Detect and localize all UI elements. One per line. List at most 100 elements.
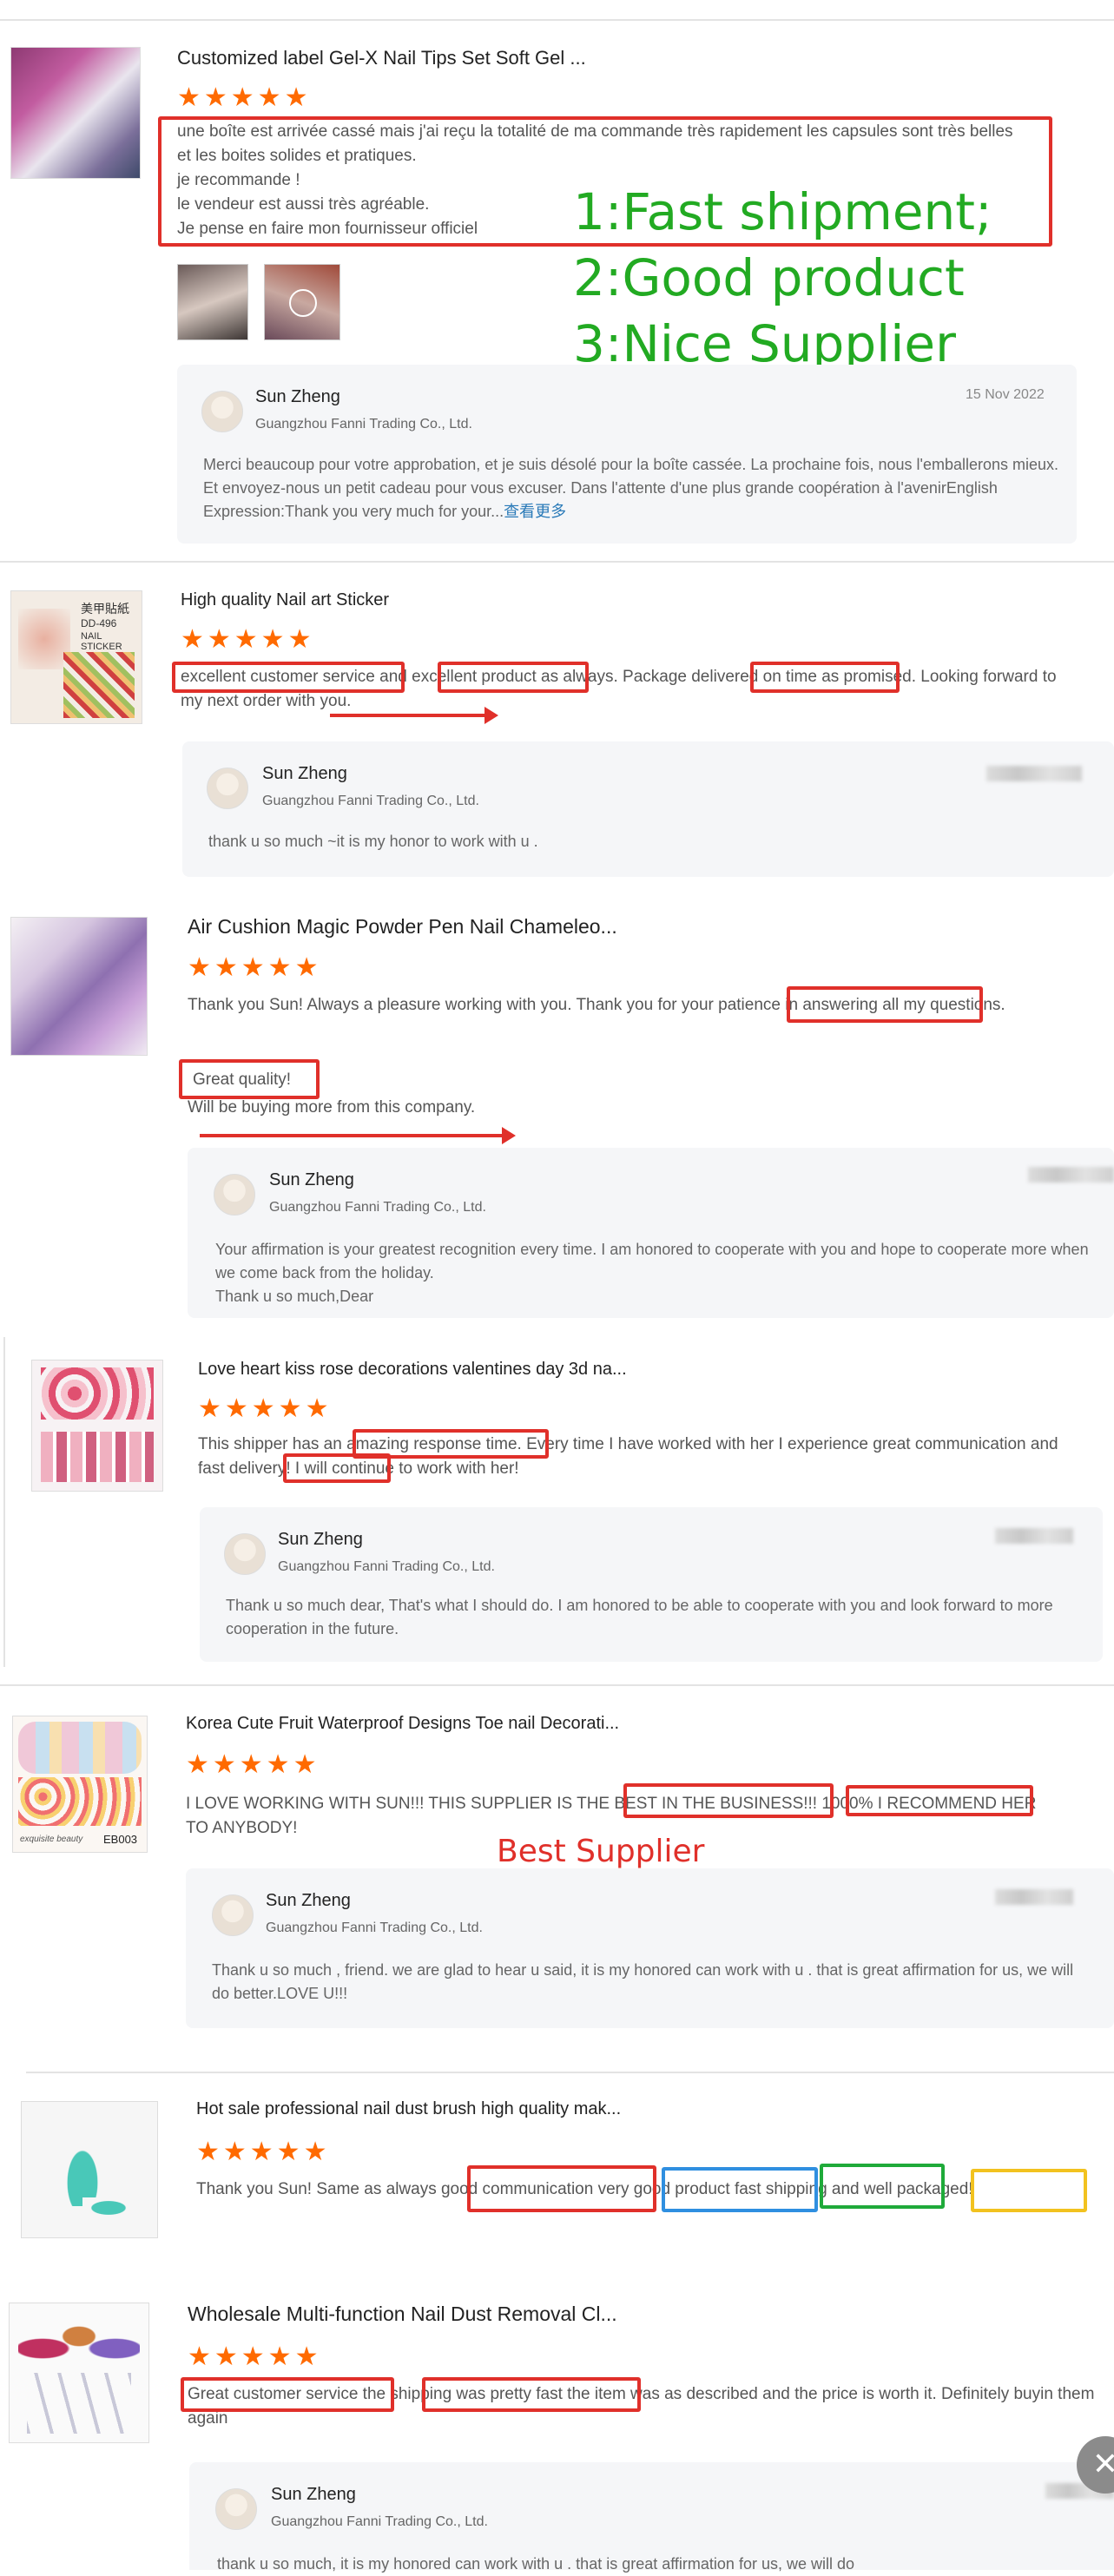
highlight-box	[846, 1785, 1033, 1816]
star-rating: ★★★★★	[181, 625, 315, 654]
highlight-box	[172, 662, 405, 693]
reply-date-blurred	[986, 766, 1082, 781]
product-thumbnail[interactable]	[9, 2303, 149, 2443]
replier-name: Sun Zheng	[278, 1530, 363, 1549]
product-thumbnail[interactable]	[10, 917, 148, 1056]
thumbnail-code: EB003	[103, 1833, 138, 1846]
reply-text: Merci beaucoup pour votre approbation, e…	[203, 453, 1063, 524]
avatar	[215, 2488, 257, 2530]
highlight-box	[750, 662, 900, 693]
replier-name: Sun Zheng	[266, 1891, 351, 1910]
annotation-best-supplier: Best Supplier	[497, 1834, 705, 1869]
supplier-reply: Sun Zheng Guangzhou Fanni Trading Co., L…	[186, 1868, 1114, 2028]
product-title[interactable]: Love heart kiss rose decorations valenti…	[198, 1360, 627, 1380]
product-thumbnail[interactable]	[31, 1360, 163, 1492]
reply-text: Thank u so much , friend. we are glad to…	[212, 1961, 1074, 2002]
reply-date-blurred	[1028, 1167, 1114, 1183]
replier-company: Guangzhou Fanni Trading Co., Ltd.	[269, 1200, 486, 1215]
highlight-box	[283, 1453, 391, 1483]
reply-text: thank u so much ~it is my honor to work …	[208, 833, 538, 850]
supplier-reply: Sun Zheng Guangzhou Fanni Trading Co., L…	[189, 2462, 1114, 2573]
reply-text: Thank u so much dear, That's what I shou…	[226, 1597, 1053, 1637]
divider	[0, 561, 1114, 563]
thumbnail-code: DD-496	[81, 617, 117, 629]
nail-image	[41, 1432, 154, 1482]
replier-company: Guangzhou Fanni Trading Co., Ltd.	[271, 2514, 488, 2529]
highlight-box	[662, 2167, 818, 2212]
nail-image	[18, 1722, 142, 1774]
thumbnail-title: 美甲貼紙	[81, 602, 129, 616]
supplier-reply: Sun Zheng Guangzhou Fanni Trading Co., L…	[188, 1148, 1114, 1318]
star-rating: ★★★★★	[177, 83, 312, 112]
product-thumbnail[interactable]: 美甲貼紙 DD-496 NAIL STICKER	[10, 590, 142, 724]
highlight-box	[179, 1059, 320, 1099]
product-title[interactable]: Customized label Gel-X Nail Tips Set Sof…	[177, 47, 586, 69]
top-divider	[0, 19, 1114, 21]
avatar	[201, 391, 243, 432]
avatar	[212, 1894, 254, 1936]
product-title[interactable]: Air Cushion Magic Powder Pen Nail Chamel…	[188, 915, 617, 939]
sticker-sheet	[18, 1777, 142, 1826]
thumbnail-subtitle: NAIL STICKER	[81, 631, 122, 652]
highlight-box	[971, 2169, 1087, 2212]
star-rating: ★★★★★	[186, 1750, 320, 1779]
arrow	[200, 1127, 516, 1144]
reply-date: 15 Nov 2022	[966, 387, 1045, 402]
hand-image	[18, 609, 70, 669]
highlight-box	[181, 2377, 394, 2412]
divider	[26, 2072, 1114, 2073]
decoration-image	[41, 1367, 154, 1420]
star-rating: ★★★★★	[188, 953, 322, 982]
brush-handles	[27, 2373, 131, 2434]
brush-heads	[18, 2312, 140, 2373]
replier-name: Sun Zheng	[255, 387, 340, 406]
star-rating: ★★★★★	[198, 1394, 333, 1423]
product-thumbnail[interactable]	[21, 2101, 158, 2238]
highlight-box	[467, 2165, 656, 2212]
reply-date-blurred	[995, 1889, 1073, 1905]
reply-text: Your affirmation is your greatest recogn…	[215, 1241, 1089, 1305]
highlight-box	[787, 986, 983, 1023]
product-title[interactable]: Hot sale professional nail dust brush hi…	[196, 2099, 621, 2119]
review-text-line-3: Will be buying more from this company.	[188, 1098, 476, 1117]
replier-name: Sun Zheng	[271, 2485, 356, 2504]
supplier-reply: Sun Zheng Guangzhou Fanni Trading Co., L…	[182, 741, 1114, 877]
brush-image	[82, 2197, 135, 2218]
product-thumbnail[interactable]: exquisite beauty EB003	[12, 1716, 148, 1853]
arrow	[330, 707, 498, 724]
highlight-box	[623, 1783, 834, 1818]
divider	[3, 1337, 5, 1667]
reply-body: Merci beaucoup pour votre approbation, e…	[203, 456, 1059, 520]
annotation-line-2: 2:Good product	[573, 248, 965, 307]
highlight-box	[438, 662, 589, 693]
view-more-link[interactable]: 查看更多	[504, 503, 566, 520]
brush-image	[56, 2128, 109, 2206]
replier-company: Guangzhou Fanni Trading Co., Ltd.	[262, 794, 479, 808]
annotation-line-1: 1:Fast shipment;	[573, 182, 992, 241]
product-title[interactable]: Wholesale Multi-function Nail Dust Remov…	[188, 2303, 617, 2326]
replier-company: Guangzhou Fanni Trading Co., Ltd.	[255, 417, 472, 432]
product-title[interactable]: High quality Nail art Sticker	[181, 590, 389, 610]
product-title[interactable]: Korea Cute Fruit Waterproof Designs Toe …	[186, 1714, 619, 1734]
highlight-box	[820, 2164, 945, 2209]
sticker-sheet	[63, 652, 135, 718]
highlight-box	[422, 2377, 641, 2412]
replier-name: Sun Zheng	[262, 764, 347, 783]
product-thumbnail[interactable]	[10, 47, 141, 179]
thumbnail-brand: exquisite beauty	[20, 1835, 83, 1844]
supplier-reply: Sun Zheng Guangzhou Fanni Trading Co., L…	[177, 365, 1077, 544]
divider	[0, 1684, 1114, 1686]
reply-date-blurred	[995, 1528, 1073, 1544]
replier-company: Guangzhou Fanni Trading Co., Ltd.	[278, 1559, 495, 1574]
play-icon	[289, 289, 317, 317]
close-icon: ✕	[1091, 2446, 1114, 2481]
avatar	[214, 1174, 255, 1216]
avatar	[224, 1533, 266, 1575]
star-rating: ★★★★★	[188, 2342, 322, 2371]
replier-company: Guangzhou Fanni Trading Co., Ltd.	[266, 1920, 483, 1935]
review-photo[interactable]	[177, 264, 248, 340]
reply-text: thank u so much, it is my honored can wo…	[217, 2555, 854, 2573]
star-rating: ★★★★★	[196, 2138, 331, 2166]
review-video[interactable]	[264, 264, 340, 340]
supplier-reply: Sun Zheng Guangzhou Fanni Trading Co., L…	[200, 1507, 1103, 1662]
